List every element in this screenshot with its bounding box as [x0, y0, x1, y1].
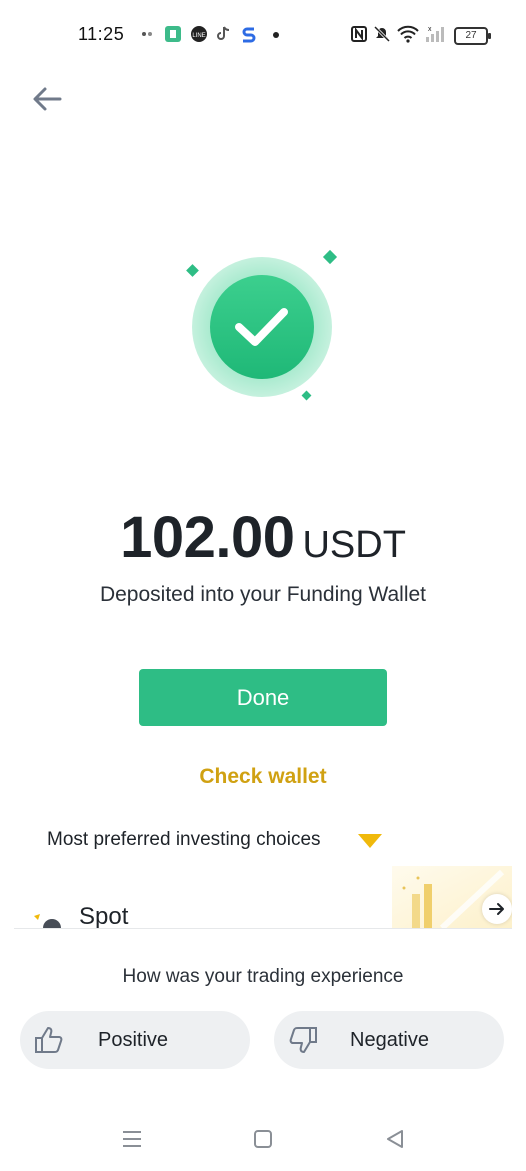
app-icon	[165, 26, 181, 42]
caret-down-icon[interactable]	[357, 833, 383, 849]
dot-icon	[273, 32, 279, 38]
back-nav-icon[interactable]	[382, 1126, 408, 1152]
amount-currency: USDT	[302, 524, 406, 566]
line-icon: LINE	[191, 26, 207, 42]
battery-icon: 27	[454, 27, 491, 45]
amount-value: 102.00	[120, 505, 295, 570]
spot-label: Spot	[79, 903, 129, 929]
deposit-amount: 102.00 USDT	[0, 504, 526, 571]
menu-icon[interactable]	[119, 1126, 145, 1152]
tiktok-icon	[217, 26, 230, 40]
done-button[interactable]: Done	[139, 669, 387, 726]
deposit-subtitle: Deposited into your Funding Wallet	[99, 583, 427, 606]
svg-text:x: x	[428, 26, 432, 33]
mute-icon	[373, 25, 391, 43]
negative-label: Negative	[350, 1029, 429, 1051]
thumbs-up-icon	[35, 1027, 63, 1053]
status-time: 11:25	[78, 24, 125, 44]
home-icon[interactable]	[250, 1126, 276, 1152]
svg-text:LINE: LINE	[192, 33, 205, 39]
success-check-icon	[186, 249, 338, 401]
negative-feedback-button[interactable]: Negative	[274, 1011, 504, 1069]
nfc-icon	[351, 26, 367, 42]
positive-feedback-button[interactable]: Positive	[20, 1011, 250, 1069]
notification-icon	[142, 32, 152, 36]
wifi-icon	[397, 25, 419, 43]
back-arrow-icon[interactable]	[30, 84, 64, 114]
choices-title: Most preferred investing choices	[47, 829, 321, 850]
positive-label: Positive	[98, 1029, 169, 1051]
arrow-right-icon[interactable]	[482, 894, 512, 924]
check-wallet-link[interactable]: Check wallet	[0, 765, 526, 789]
s-app-icon	[242, 27, 256, 43]
thumbs-down-icon	[289, 1027, 317, 1053]
spot-card[interactable]: Spot	[14, 866, 512, 929]
signal-icon: x	[426, 26, 444, 42]
spot-icon	[34, 914, 61, 928]
feedback-question: How was your trading experience	[122, 966, 404, 987]
